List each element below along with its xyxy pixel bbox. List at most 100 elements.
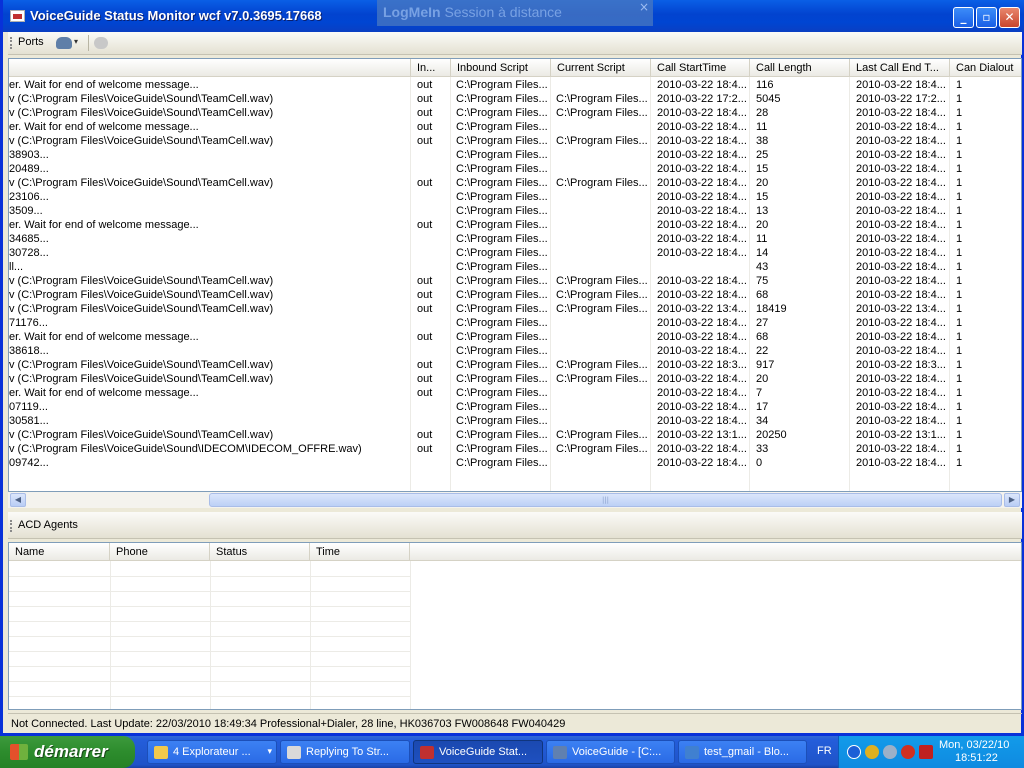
start-button[interactable]: démarrer	[0, 736, 135, 768]
table-row[interactable]: v (C:\Program Files\VoiceGuide\Sound\Tea…	[9, 429, 1021, 443]
table-cell: 20	[756, 219, 769, 231]
table-cell: 20489...	[9, 163, 49, 175]
clock-time[interactable]: 18:51:22	[955, 752, 998, 764]
taskbar-button[interactable]: VoiceGuide Stat...	[413, 740, 543, 764]
taskbar-button[interactable]: 4 Explorateur ... ▾	[147, 740, 277, 764]
tvr-icon[interactable]	[919, 745, 933, 759]
title-bar[interactable]: VoiceGuide Status Monitor wcf v7.0.3695.…	[3, 0, 1024, 32]
grid-header: In... Inbound Script Current Script Call St…	[9, 59, 1021, 77]
table-row[interactable]: 23106... C:\Program Files... 2010-03-22 18…	[9, 191, 1021, 205]
table-row[interactable]: v (C:\Program Files\VoiceGuide\Sound\Tea…	[9, 359, 1021, 373]
table-row[interactable]: 71176... C:\Program Files... 2010-03-22 18…	[9, 317, 1021, 331]
table-row[interactable]: 09742... C:\Program Files... 2010-03-22 18…	[9, 457, 1021, 471]
acd-agents-grid[interactable]: Name Phone Status Time	[8, 542, 1022, 710]
table-cell: 2010-03-22 18:4...	[657, 163, 747, 175]
table-row[interactable]: 07119... C:\Program Files... 2010-03-22 18…	[9, 401, 1021, 415]
column-header[interactable]: Current Script	[551, 59, 651, 77]
table-row[interactable]: 20489... C:\Program Files... 2010-03-22 18…	[9, 163, 1021, 177]
table-cell: 1	[956, 429, 963, 441]
agents-column-header[interactable]: Phone	[110, 543, 210, 561]
table-row[interactable]: er. Wait for end of welcome message... ou…	[9, 219, 1021, 233]
table-row[interactable]: er. Wait for end of welcome message... ou…	[9, 331, 1021, 345]
table-row[interactable]: 30728... C:\Program Files... 2010-03-22 18…	[9, 247, 1021, 261]
agents-column-header[interactable]: Status	[210, 543, 310, 561]
minimize-button[interactable]: _	[953, 7, 974, 28]
column-header[interactable]: Can Dialout	[950, 59, 1021, 77]
table-row[interactable]: v (C:\Program Files\VoiceGuide\Sound\IDE…	[9, 443, 1021, 457]
close-button[interactable]: ✕	[999, 7, 1020, 28]
phone-icon[interactable]	[56, 37, 72, 49]
language-indicator[interactable]: FR	[817, 745, 832, 757]
table-cell: 2010-03-22 18:4...	[856, 121, 946, 133]
table-row[interactable]: v (C:\Program Files\VoiceGuide\Sound\Tea…	[9, 373, 1021, 387]
column-header[interactable]: In...	[411, 59, 451, 77]
antivirus-icon[interactable]	[901, 745, 915, 759]
agents-column-header[interactable]: Time	[310, 543, 410, 561]
ports-button[interactable]: Ports	[18, 36, 44, 48]
table-cell: C:\Program Files...	[456, 303, 548, 315]
table-cell: 23106...	[9, 191, 49, 203]
column-header[interactable]: Call StartTime	[651, 59, 750, 77]
table-row[interactable]: er. Wait for end of welcome message... ou…	[9, 121, 1021, 135]
table-row[interactable]: v (C:\Program Files\VoiceGuide\Sound\Tea…	[9, 275, 1021, 289]
column-header[interactable]: Inbound Script	[451, 59, 551, 77]
table-cell	[414, 317, 452, 331]
table-cell	[414, 345, 452, 359]
table-cell: 1	[956, 79, 963, 91]
table-row[interactable]: 38618... C:\Program Files... 2010-03-22 18…	[9, 345, 1021, 359]
maximize-button[interactable]: ▫	[976, 7, 997, 28]
column-header[interactable]: Call Length	[750, 59, 850, 77]
table-cell: 22	[756, 345, 769, 357]
table-row[interactable]: 3509... C:\Program Files... 2010-03-22 18:…	[9, 205, 1021, 219]
table-cell: C:\Program Files...	[456, 429, 548, 441]
table-row[interactable]: 30581... C:\Program Files... 2010-03-22 18…	[9, 415, 1021, 429]
table-cell: 2010-03-22 18:4...	[657, 387, 747, 399]
taskbar-button[interactable]: Replying To Str...	[280, 740, 410, 764]
shield-icon[interactable]	[865, 745, 879, 759]
table-cell: 2010-03-22 18:3...	[856, 359, 946, 371]
task-group-chevron-icon[interactable]: ▾	[267, 746, 272, 757]
system-tray: Mon, 03/22/10 18:51:22	[838, 736, 1024, 768]
column-header[interactable]	[9, 59, 411, 77]
tray-back-icon[interactable]	[847, 745, 861, 759]
table-cell: C:\Program Files...	[556, 135, 648, 147]
chevron-down-icon[interactable]: ▾	[74, 37, 78, 46]
table-row[interactable]: er. Wait for end of welcome message... ou…	[9, 387, 1021, 401]
table-cell: 1	[956, 247, 963, 259]
disconnect-icon[interactable]	[94, 37, 108, 49]
scroll-right-icon[interactable]: ▶	[1004, 493, 1020, 507]
taskbar-button[interactable]: VoiceGuide - [C:...	[546, 740, 675, 764]
table-row[interactable]: v (C:\Program Files\VoiceGuide\Sound\Tea…	[9, 303, 1021, 317]
table-row[interactable]: v (C:\Program Files\VoiceGuide\Sound\Tea…	[9, 177, 1021, 191]
network-icon[interactable]	[883, 745, 897, 759]
status-text: Not Connected. Last Update: 22/03/2010 1…	[11, 718, 566, 730]
agents-column-header[interactable]: Name	[9, 543, 110, 561]
table-row[interactable]: v (C:\Program Files\VoiceGuide\Sound\Tea…	[9, 93, 1021, 107]
acd-grip[interactable]	[10, 520, 13, 532]
logmein-close-icon[interactable]: ×	[639, 0, 649, 14]
table-cell: 2010-03-22 18:4...	[657, 219, 747, 231]
toolbar-separator	[88, 35, 89, 51]
table-cell: ll...	[9, 261, 24, 273]
clock-date[interactable]: Mon, 03/22/10	[939, 739, 1009, 751]
table-row[interactable]: v (C:\Program Files\VoiceGuide\Sound\Tea…	[9, 289, 1021, 303]
table-cell	[553, 233, 651, 247]
table-row[interactable]: 34685... C:\Program Files... 2010-03-22 18…	[9, 233, 1021, 247]
table-cell: C:\Program Files...	[456, 387, 548, 399]
table-row[interactable]: v (C:\Program Files\VoiceGuide\Sound\Tea…	[9, 107, 1021, 121]
table-row[interactable]: v (C:\Program Files\VoiceGuide\Sound\Tea…	[9, 135, 1021, 149]
column-header[interactable]: Last Call End T...	[850, 59, 950, 77]
taskbar-button[interactable]: test_gmail - Blo...	[678, 740, 807, 764]
table-row[interactable]: 38903... C:\Program Files... 2010-03-22 18…	[9, 149, 1021, 163]
toolbar-grip[interactable]	[10, 37, 13, 49]
scroll-thumb[interactable]: |||	[209, 493, 1002, 507]
taskbar: démarrer 4 Explorateur ... ▾ Replying To S…	[0, 736, 1024, 768]
scroll-left-icon[interactable]: ◀	[10, 493, 26, 507]
horizontal-scrollbar[interactable]: ◀ ||| ▶	[8, 492, 1022, 508]
table-cell: er. Wait for end of welcome message...	[9, 387, 199, 399]
table-row[interactable]: er. Wait for end of welcome message... ou…	[9, 79, 1021, 93]
table-cell	[414, 149, 452, 163]
ports-grid[interactable]: In... Inbound Script Current Script Call St…	[8, 58, 1022, 492]
table-row[interactable]: ll... C:\Program Files... 43 2010-03-22 18:…	[9, 261, 1021, 275]
table-cell: v (C:\Program Files\VoiceGuide\Sound\Tea…	[9, 303, 274, 315]
